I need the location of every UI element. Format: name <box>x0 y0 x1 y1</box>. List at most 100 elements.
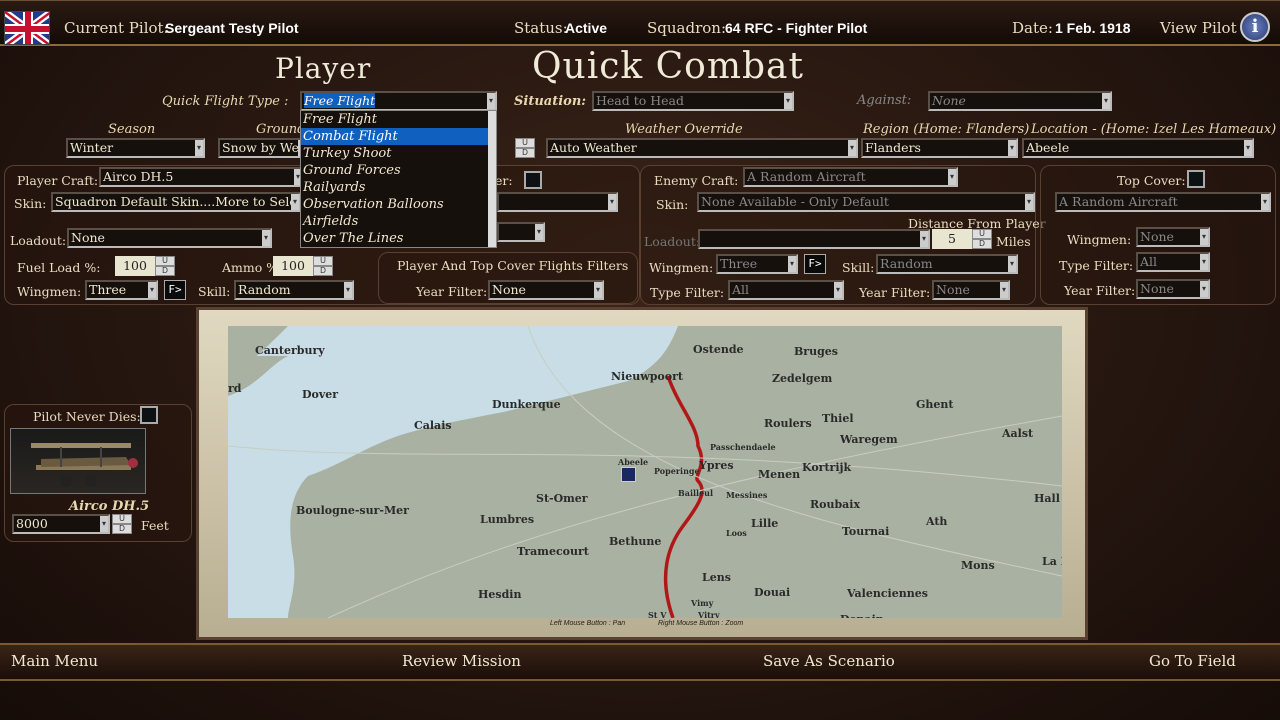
option-combat-flight[interactable]: Combat Flight <box>301 128 496 145</box>
main-menu-button[interactable]: Main Menu <box>11 652 98 670</box>
up-button[interactable]: U <box>515 138 535 148</box>
map-city-label: Bailleul <box>678 488 714 498</box>
status-value: Active <box>565 20 608 36</box>
info-icon[interactable]: i <box>1240 12 1270 42</box>
enemy-skin-select[interactable]: None Available - Only Default <box>697 192 1035 212</box>
enemy-year-select[interactable]: None <box>932 280 1010 300</box>
zoom-hint: Right Mouse Button : Zoom <box>658 620 744 627</box>
ground-select[interactable]: Snow by Weather <box>218 138 308 158</box>
player-craft-select[interactable]: Airco DH.5 <box>99 167 304 187</box>
distance-stepper[interactable]: UD <box>972 229 992 249</box>
option-railyards[interactable]: Railyards <box>301 179 496 196</box>
skill-select[interactable]: Random <box>234 280 354 300</box>
top-cover-craft-select[interactable]: A Random Aircraft <box>1055 192 1271 212</box>
dropdown-scrollbar[interactable] <box>488 111 496 247</box>
page-title: Quick Combat <box>532 46 804 87</box>
skill-label: Skill: <box>198 284 231 299</box>
top-cover-type-select[interactable]: All <box>1136 252 1210 272</box>
never-dies-checkbox[interactable] <box>140 406 158 424</box>
fuel-stepper[interactable]: UD <box>155 256 175 276</box>
pilot-name: Sergeant Testy Pilot <box>165 20 299 36</box>
option-airfields[interactable]: Airfields <box>301 213 496 230</box>
location-select[interactable]: Abeele <box>1022 138 1254 158</box>
map-city-label: Lille <box>751 517 779 530</box>
player-checkbox[interactable] <box>524 171 542 189</box>
weather-select[interactable]: Auto Weather <box>546 138 858 158</box>
bottom-bar <box>0 643 1280 681</box>
save-scenario-button[interactable]: Save As Scenario <box>763 652 895 670</box>
ammo-stepper[interactable]: UD <box>313 256 333 276</box>
year-filter-select[interactable]: None <box>488 280 604 300</box>
enemy-formation-button[interactable]: F> <box>804 254 826 274</box>
ammo-input[interactable]: 100 <box>273 256 313 276</box>
map-city-label: Dover <box>302 388 339 401</box>
enemy-wingmen-label: Wingmen: <box>649 260 714 275</box>
option-turkey-shoot[interactable]: Turkey Shoot <box>301 145 496 162</box>
season-label: Season <box>108 122 156 137</box>
down-button[interactable]: D <box>972 239 992 249</box>
map-city-label: Thiel <box>822 412 854 425</box>
map-city-label: Hall <box>1034 492 1060 505</box>
map-city-label: Waregem <box>840 433 898 446</box>
go-to-field-button[interactable]: Go To Field <box>1149 652 1236 670</box>
up-button[interactable]: U <box>972 229 992 239</box>
miles-label: Miles <box>996 234 1031 249</box>
filters-title: Player And Top Cover Flights Filters <box>397 258 629 273</box>
top-cover-year-label: Year Filter: <box>1064 283 1136 298</box>
option-observation-balloons[interactable]: Observation Balloons <box>301 196 496 213</box>
situation-select[interactable]: Head to Head <box>592 91 794 111</box>
down-button[interactable]: D <box>515 148 535 158</box>
fuel-input[interactable]: 100 <box>115 256 155 276</box>
squadron-value: 64 RFC - Fighter Pilot <box>725 20 868 36</box>
enemy-craft-label: Enemy Craft: <box>654 173 739 188</box>
map-city-label: Poperinge <box>654 466 700 476</box>
quick-flight-dropdown[interactable]: Free Flight Combat Flight Turkey Shoot G… <box>300 110 497 248</box>
review-mission-button[interactable]: Review Mission <box>402 652 521 670</box>
enemy-craft-select[interactable]: A Random Aircraft <box>743 167 958 187</box>
time-stepper[interactable]: UD <box>515 138 535 158</box>
map-city-label: Ypres <box>699 459 734 472</box>
enemy-skill-select[interactable]: Random <box>876 254 1018 274</box>
wingmen-select[interactable]: Three <box>85 280 158 300</box>
down-button[interactable]: D <box>155 266 175 276</box>
altitude-select[interactable]: 8000 <box>12 514 110 534</box>
date-label: Date: <box>1012 19 1053 37</box>
map-city-label: Loos <box>726 528 747 538</box>
down-button[interactable]: D <box>313 266 333 276</box>
skin-select[interactable]: Squadron Default Skin....More to Select <box>51 192 301 212</box>
region-select[interactable]: Flanders <box>861 138 1018 158</box>
season-select[interactable]: Winter <box>66 138 205 158</box>
top-cover-checkbox[interactable] <box>1187 170 1205 188</box>
map-city-label: Tramecourt <box>517 545 589 558</box>
enemy-loadout-select[interactable] <box>698 229 930 249</box>
enemy-type-select[interactable]: All <box>728 280 844 300</box>
against-select[interactable]: None <box>928 91 1112 111</box>
altitude-stepper[interactable]: UD <box>112 514 132 534</box>
map-city-label: Vitry <box>698 610 720 618</box>
map[interactable]: Canterbury Dover Calais Dunkerque Nieuwpoort… <box>228 326 1062 618</box>
up-button[interactable]: U <box>155 256 175 266</box>
formation-button[interactable]: F> <box>164 280 186 300</box>
up-button[interactable]: U <box>313 256 333 266</box>
map-city-label: Valenciennes <box>847 587 928 600</box>
option-ground-forces[interactable]: Ground Forces <box>301 162 496 179</box>
view-pilot-button[interactable]: View Pilot <box>1160 19 1237 37</box>
loadout-select-2[interactable] <box>497 222 545 242</box>
quick-flight-select[interactable]: Free Flight <box>300 91 497 111</box>
map-city-label: Nieuwpoort <box>611 370 683 383</box>
map-city-label: St V <box>648 610 667 618</box>
distance-input[interactable]: 5 <box>932 229 972 249</box>
map-city-label: Tournai <box>842 525 890 538</box>
skin-select-right[interactable] <box>497 192 618 212</box>
airfield-icon[interactable] <box>621 467 636 482</box>
option-free-flight[interactable]: Free Flight <box>301 111 496 128</box>
enemy-wingmen-select[interactable]: Three <box>716 254 798 274</box>
date-value: 1 Feb. 1918 <box>1055 20 1131 36</box>
top-cover-year-select[interactable]: None <box>1136 279 1210 299</box>
enemy-skill-label: Skill: <box>842 260 875 275</box>
up-button[interactable]: U <box>112 514 132 524</box>
loadout-select[interactable]: None <box>67 228 272 248</box>
option-over-the-lines[interactable]: Over The Lines <box>301 230 496 247</box>
top-cover-wingmen-select[interactable]: None <box>1136 227 1210 247</box>
down-button[interactable]: D <box>112 524 132 534</box>
